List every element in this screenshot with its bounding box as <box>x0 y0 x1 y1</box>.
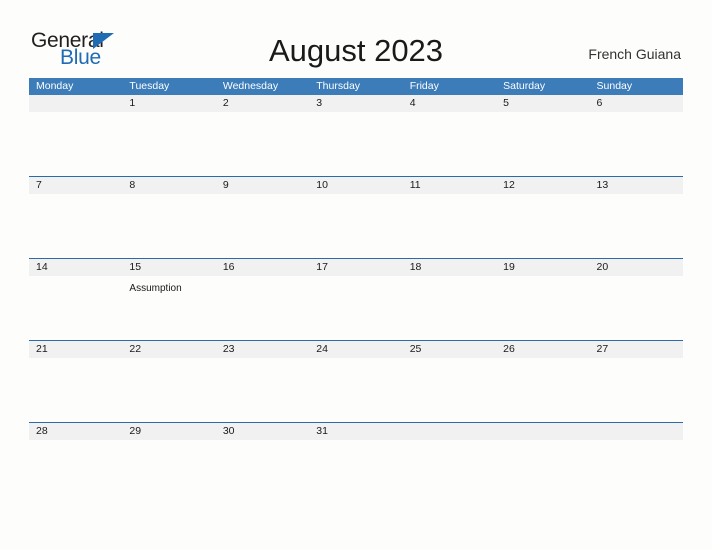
date-number[interactable]: 11 <box>403 177 496 194</box>
day-cell[interactable] <box>496 358 589 422</box>
day-cell[interactable] <box>403 194 496 258</box>
week-event-band <box>29 358 683 422</box>
date-number[interactable]: 27 <box>590 341 683 358</box>
day-cell[interactable] <box>29 358 122 422</box>
date-number[interactable]: 3 <box>309 95 402 112</box>
day-cell[interactable] <box>403 440 496 504</box>
day-cell[interactable] <box>216 276 309 340</box>
date-number[interactable]: 24 <box>309 341 402 358</box>
day-cell[interactable] <box>29 194 122 258</box>
weekday-sunday: Sunday <box>596 80 633 92</box>
day-cell[interactable]: Assumption <box>122 276 215 340</box>
date-number[interactable]: 10 <box>309 177 402 194</box>
week-row: 7 8 9 10 11 12 13 <box>29 176 683 258</box>
week-date-band: 28 29 30 31 <box>29 423 683 440</box>
day-cell[interactable] <box>590 440 683 504</box>
day-cell[interactable] <box>496 276 589 340</box>
day-cell[interactable] <box>29 276 122 340</box>
week-date-band: 7 8 9 10 11 12 13 <box>29 177 683 194</box>
week-row: 1 2 3 4 5 6 <box>29 95 683 176</box>
day-cell[interactable] <box>590 358 683 422</box>
page-header: General Blue August 2023 French Guiana <box>0 0 712 78</box>
day-cell[interactable] <box>122 358 215 422</box>
date-number[interactable]: 14 <box>29 259 122 276</box>
date-number[interactable]: 25 <box>403 341 496 358</box>
date-number[interactable]: 1 <box>122 95 215 112</box>
date-number[interactable]: 29 <box>122 423 215 440</box>
week-date-band: 21 22 23 24 25 26 27 <box>29 341 683 358</box>
weekday-saturday: Saturday <box>503 80 546 92</box>
day-cell[interactable] <box>309 358 402 422</box>
date-number[interactable]: 20 <box>590 259 683 276</box>
date-number[interactable]: 17 <box>309 259 402 276</box>
event-label: Assumption <box>129 283 182 294</box>
week-event-band: Assumption <box>29 276 683 340</box>
locale-label: French Guiana <box>588 46 681 62</box>
week-row: 14 15 16 17 18 19 20 Assumption <box>29 258 683 340</box>
day-cell[interactable] <box>309 112 402 176</box>
weekday-monday: Monday <box>36 80 74 92</box>
week-date-band: 14 15 16 17 18 19 20 <box>29 259 683 276</box>
weekday-thursday: Thursday <box>316 80 361 92</box>
date-number[interactable]: 7 <box>29 177 122 194</box>
date-number[interactable]: 23 <box>216 341 309 358</box>
weekday-wednesday: Wednesday <box>222 80 279 92</box>
week-row: 21 22 23 24 25 26 27 <box>29 340 683 422</box>
date-number[interactable] <box>29 95 122 112</box>
day-cell[interactable] <box>590 112 683 176</box>
day-cell[interactable] <box>309 276 402 340</box>
week-event-band <box>29 440 683 504</box>
day-cell[interactable] <box>216 358 309 422</box>
date-number[interactable]: 26 <box>496 341 589 358</box>
weekday-header-row: Monday Tuesday Wednesday Thursday Friday… <box>29 78 683 95</box>
date-number[interactable]: 30 <box>216 423 309 440</box>
date-number[interactable]: 22 <box>122 341 215 358</box>
day-cell[interactable] <box>496 112 589 176</box>
day-cell[interactable] <box>122 112 215 176</box>
date-number[interactable]: 18 <box>403 259 496 276</box>
day-cell[interactable] <box>590 276 683 340</box>
date-number[interactable]: 28 <box>29 423 122 440</box>
date-number[interactable] <box>403 423 496 440</box>
day-cell[interactable] <box>590 194 683 258</box>
day-cell[interactable] <box>496 194 589 258</box>
date-number[interactable]: 16 <box>216 259 309 276</box>
date-number[interactable]: 12 <box>496 177 589 194</box>
calendar-page: General Blue August 2023 French Guiana M… <box>0 0 712 550</box>
date-number[interactable]: 19 <box>496 259 589 276</box>
date-number[interactable]: 8 <box>122 177 215 194</box>
day-cell[interactable] <box>29 112 122 176</box>
date-number[interactable]: 9 <box>216 177 309 194</box>
date-number[interactable]: 5 <box>496 95 589 112</box>
day-cell[interactable] <box>216 112 309 176</box>
date-number[interactable]: 6 <box>590 95 683 112</box>
date-number[interactable]: 21 <box>29 341 122 358</box>
weekday-tuesday: Tuesday <box>129 80 170 92</box>
day-cell[interactable] <box>29 440 122 504</box>
day-cell[interactable] <box>216 440 309 504</box>
date-number[interactable]: 13 <box>590 177 683 194</box>
weekday-friday: Friday <box>409 80 439 92</box>
day-cell[interactable] <box>403 276 496 340</box>
day-cell[interactable] <box>403 358 496 422</box>
week-date-band: 1 2 3 4 5 6 <box>29 95 683 112</box>
day-cell[interactable] <box>122 194 215 258</box>
day-cell[interactable] <box>309 194 402 258</box>
week-event-band <box>29 112 683 176</box>
calendar-grid: Monday Tuesday Wednesday Thursday Friday… <box>29 78 683 504</box>
day-cell[interactable] <box>216 194 309 258</box>
date-number[interactable] <box>496 423 589 440</box>
week-event-band <box>29 194 683 258</box>
date-number[interactable]: 15 <box>122 259 215 276</box>
date-number[interactable] <box>590 423 683 440</box>
date-number[interactable]: 4 <box>403 95 496 112</box>
day-cell[interactable] <box>403 112 496 176</box>
date-number[interactable]: 31 <box>309 423 402 440</box>
day-cell[interactable] <box>122 440 215 504</box>
day-cell[interactable] <box>309 440 402 504</box>
week-row: 28 29 30 31 <box>29 422 683 504</box>
day-cell[interactable] <box>496 440 589 504</box>
date-number[interactable]: 2 <box>216 95 309 112</box>
